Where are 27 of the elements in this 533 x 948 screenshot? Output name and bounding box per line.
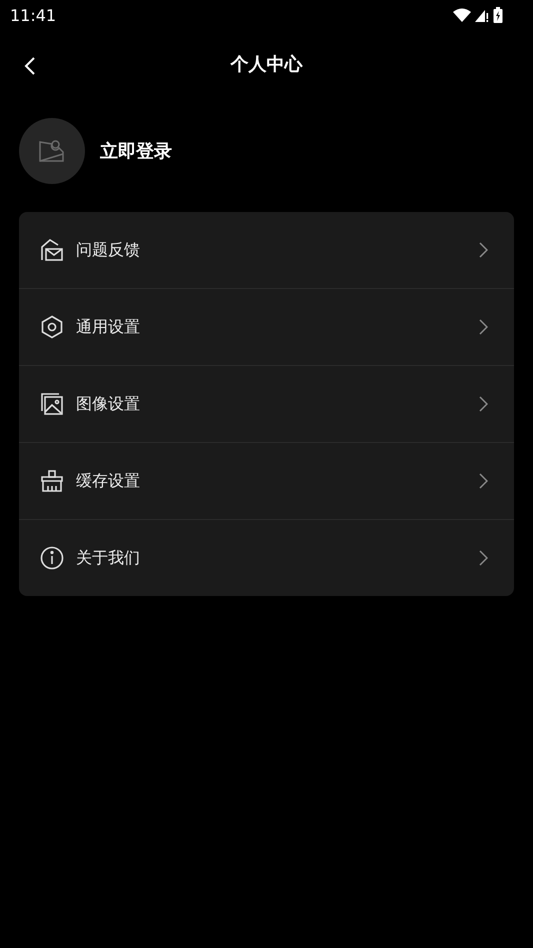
menu-item[interactable]: 关于我们 xyxy=(19,519,514,596)
mail-icon xyxy=(40,238,64,262)
signal-icon xyxy=(475,8,489,22)
chevron-right-icon xyxy=(479,319,488,335)
hexagon-settings-icon xyxy=(40,315,64,339)
image-placeholder-icon xyxy=(39,140,65,162)
image-icon xyxy=(40,392,64,416)
menu-label: 图像设置 xyxy=(76,394,141,414)
info-icon xyxy=(40,546,64,570)
chevron-right-icon xyxy=(479,473,488,489)
menu-item[interactable]: 问题反馈 xyxy=(19,212,514,288)
status-time: 11:41 xyxy=(10,6,56,24)
chevron-right-icon xyxy=(479,396,488,412)
menu-item[interactable]: 缓存设置 xyxy=(19,442,514,519)
chevron-right-icon xyxy=(479,550,488,566)
battery-icon xyxy=(493,7,503,23)
menu-label: 通用设置 xyxy=(76,316,141,338)
page-title: 个人中心 xyxy=(230,53,302,76)
wifi-icon xyxy=(453,8,471,22)
menu-label: 缓存设置 xyxy=(76,470,141,492)
menu-label: 关于我们 xyxy=(76,548,141,568)
login-link[interactable]: 立即登录 xyxy=(100,139,172,163)
chevron-right-icon xyxy=(479,242,488,258)
menu-label: 问题反馈 xyxy=(76,240,141,260)
broom-icon xyxy=(40,469,64,493)
menu-item[interactable]: 通用设置 xyxy=(19,288,514,365)
menu-item[interactable]: 图像设置 xyxy=(19,365,514,442)
